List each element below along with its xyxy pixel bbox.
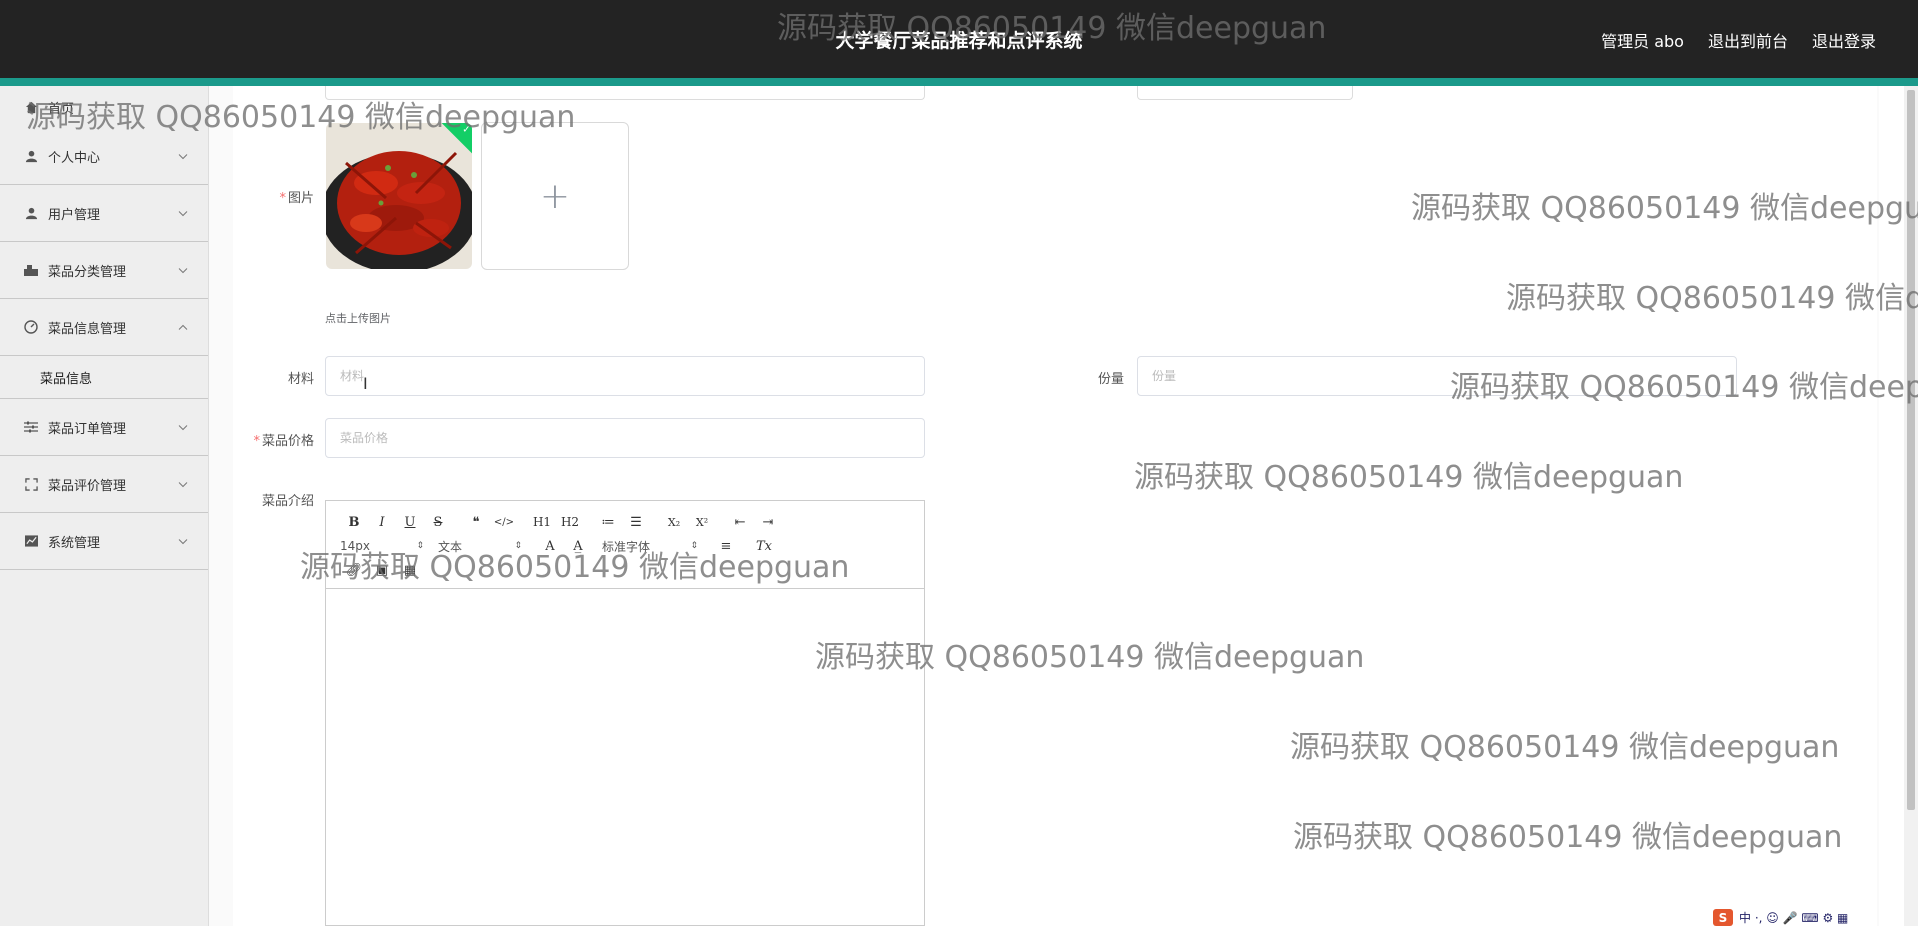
sliders-icon [24, 420, 38, 434]
upload-tip: 点击上传图片 [325, 312, 391, 325]
intro-label: 菜品介绍 [261, 494, 314, 509]
updown-icon: ⇕ [416, 541, 424, 551]
category-icon [24, 263, 38, 277]
sidebar-item-system-management[interactable]: 系统管理 [0, 513, 208, 570]
chevron-down-icon [178, 206, 188, 221]
clear-format-button[interactable]: Tx [750, 535, 778, 557]
uploaded-dish-image[interactable]: ✓ [326, 123, 472, 269]
portion-input[interactable] [1137, 356, 1737, 396]
toolbar-row-insert: 🔗︎ ▣ ▦ [340, 559, 424, 581]
sidebar-item-label: 菜品分类管理 [48, 264, 127, 280]
price-label: * 菜品价格 [253, 434, 314, 449]
chevron-up-icon [178, 320, 188, 335]
header2-button[interactable]: H2 [556, 511, 584, 533]
admin-user-link[interactable]: 管理员 abo [1601, 28, 1684, 52]
video-icon[interactable]: ▦ [396, 559, 424, 581]
subscript-button[interactable]: X₂ [660, 511, 688, 533]
ime-logo-icon: S [1713, 909, 1733, 926]
toolbar-row-format: B I U S ❝ </> H1 H2 ≔ ☰ X₂ X² ⇤ ⇥ [340, 511, 782, 533]
sidebar-item-label: 系统管理 [48, 535, 101, 551]
ime-toolbar[interactable]: S 中 ·, ☺ 🎤 ⌨ ⚙ ▦ [1713, 909, 1848, 926]
crayfish-photo [326, 123, 472, 269]
background-color-button[interactable]: A̲ [564, 535, 592, 557]
sidebar-item-dish-info-management[interactable]: 菜品信息管理 [0, 299, 208, 356]
editor-content-area[interactable] [326, 589, 924, 925]
chevron-down-icon [178, 534, 188, 549]
sidebar-item-label: 菜品信息管理 [48, 321, 127, 337]
chart-icon [24, 534, 38, 548]
page-scrollbar[interactable] [1904, 86, 1918, 926]
code-block-button[interactable]: </> [490, 511, 518, 533]
home-icon [24, 100, 38, 114]
top-header: 大学餐厅菜品推荐和点评系统 管理员 abo 退出到前台 退出登录 [0, 0, 1918, 78]
sidebar-item-label: 用户管理 [48, 207, 101, 223]
font-size-select[interactable]: 14px ⇕ [340, 535, 424, 557]
header1-button[interactable]: H1 [528, 511, 556, 533]
blockquote-button[interactable]: ❝ [462, 511, 490, 533]
sidebar-item-label: 菜品评价管理 [48, 478, 127, 494]
sidebar: 首页 个人中心 用户管理 菜品分类管理 菜品信息管理 菜品信息 菜品订单管理 菜… [0, 86, 209, 926]
back-to-frontend-link[interactable]: 退出到前台 [1708, 28, 1788, 52]
sidebar-item-label: 首页 [48, 101, 75, 117]
ordered-list-button[interactable]: ≔ [594, 511, 622, 533]
image-label: * 图片 [279, 191, 314, 206]
previous-field-select[interactable] [1137, 86, 1353, 100]
sidebar-item-label: 个人中心 [48, 150, 101, 166]
chevron-down-icon [178, 420, 188, 435]
sidebar-subitem-dish-info[interactable]: 菜品信息 [0, 356, 208, 399]
check-icon: ✓ [462, 124, 471, 136]
bold-button[interactable]: B [340, 511, 368, 533]
rich-text-editor: B I U S ❝ </> H1 H2 ≔ ☰ X₂ X² ⇤ ⇥ 14px ⇕ … [325, 500, 925, 926]
sidebar-item-personal-center[interactable]: 个人中心 [0, 128, 208, 185]
previous-field-input[interactable] [325, 86, 925, 100]
user-icon [24, 206, 38, 220]
updown-icon: ⇕ [514, 541, 522, 551]
sidebar-item-user-management[interactable]: 用户管理 [0, 185, 208, 242]
underline-button[interactable]: U [396, 511, 424, 533]
indent-button[interactable]: ⇥ [754, 511, 782, 533]
strike-button[interactable]: S [424, 511, 452, 533]
editor-toolbar: B I U S ❝ </> H1 H2 ≔ ☰ X₂ X² ⇤ ⇥ 14px ⇕ … [326, 501, 924, 589]
chevron-down-icon [178, 149, 188, 164]
material-label: 材料 [287, 372, 314, 387]
bullet-list-button[interactable]: ☰ [622, 511, 650, 533]
material-input[interactable] [325, 356, 925, 396]
chevron-down-icon [178, 477, 188, 492]
price-input[interactable] [325, 418, 925, 458]
text-style-select[interactable]: 文本 ⇕ [438, 535, 522, 557]
fullscreen-icon [24, 477, 38, 491]
image-upload-button[interactable]: + [481, 122, 629, 270]
link-icon[interactable]: 🔗︎ [340, 559, 368, 581]
plus-icon: + [539, 175, 571, 217]
ime-status: 中 ·, ☺ 🎤 ⌨ ⚙ ▦ [1739, 911, 1849, 925]
scrollbar-thumb[interactable] [1907, 90, 1915, 810]
sidebar-item-home[interactable]: 首页 [0, 86, 208, 128]
font-family-select[interactable]: 标准字体 ⇕ [602, 535, 698, 557]
dashboard-icon [24, 320, 38, 334]
header-links: 管理员 abo 退出到前台 退出登录 [1601, 28, 1876, 52]
chevron-down-icon [178, 263, 188, 278]
updown-icon: ⇕ [690, 541, 698, 551]
italic-button[interactable]: I [368, 511, 396, 533]
font-color-button[interactable]: A [536, 535, 564, 557]
logout-link[interactable]: 退出登录 [1812, 28, 1876, 52]
align-button[interactable]: ≡ [712, 535, 740, 557]
sidebar-item-label: 菜品订单管理 [48, 421, 127, 437]
user-icon [24, 149, 38, 163]
header-accent-bar [0, 78, 1918, 86]
text-cursor-icon: I [363, 374, 368, 393]
sidebar-item-category-management[interactable]: 菜品分类管理 [0, 242, 208, 299]
sidebar-item-order-management[interactable]: 菜品订单管理 [0, 399, 208, 456]
toolbar-row-style: 14px ⇕ 文本 ⇕ A A̲ 标准字体 ⇕ ≡ Tx [340, 535, 778, 557]
outdent-button[interactable]: ⇤ [726, 511, 754, 533]
superscript-button[interactable]: X² [688, 511, 716, 533]
image-icon[interactable]: ▣ [368, 559, 396, 581]
portion-label: 份量 [1097, 372, 1124, 387]
sidebar-item-review-management[interactable]: 菜品评价管理 [0, 456, 208, 513]
